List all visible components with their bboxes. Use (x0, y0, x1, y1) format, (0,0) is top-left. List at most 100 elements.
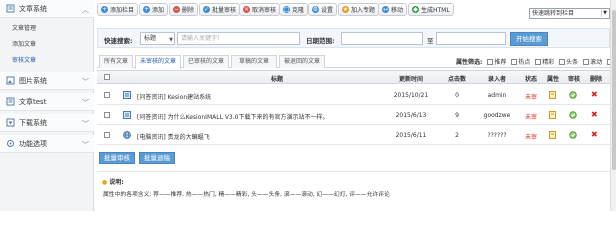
sidebar-section-options[interactable]: 功能选项 ﹀ (0, 135, 94, 153)
scrollbar[interactable] (610, 0, 616, 211)
sidebar: 文章系统 ︿ 文章管理 添加文章 审核文章 图片系统 ﹀ 文章test ﹀ 下载… (0, 0, 94, 211)
status-badge: 未审 (524, 94, 537, 101)
tab-bar: 所有文章 未审核的文章 已审核的文章 草稿的文章 被退回的文章 属性筛选: 推荐… (97, 55, 616, 69)
date-start-input[interactable] (341, 32, 423, 45)
minus-icon: − (173, 6, 180, 13)
search-bar: 快速搜索: 标题 ▼ 请输入关键字! 日期范围: 至 开始搜索 (97, 28, 610, 48)
bulk-approve-button[interactable]: 批量审核 (99, 152, 135, 164)
tab-unreviewed[interactable]: 未审核的文章 (135, 55, 181, 69)
checkbox[interactable] (511, 59, 518, 65)
date-range-label: 日期范围: (306, 37, 335, 45)
article-title-link[interactable]: [电脑资讯] 贵龙的大蝙蝠飞 (137, 132, 210, 141)
row-checkbox[interactable] (104, 132, 110, 138)
globe-icon (123, 131, 131, 139)
scrollbar-thumb[interactable] (612, 10, 616, 170)
sidebar-section-label: 下载系统 (19, 118, 47, 127)
sidebar-item-review-article[interactable]: 审核文章 (0, 54, 94, 67)
note-title: ● 说明: (102, 179, 124, 186)
chevron-down-icon[interactable]: ﹀ (82, 98, 89, 108)
table-row[interactable]: [电脑资讯] 贵龙的大蝙蝠飞 2015/6/11 2 ?????? 未审 ✖ (97, 126, 610, 145)
review-icon[interactable] (569, 91, 577, 99)
move-icon: ↔ (382, 6, 389, 13)
edit-icon[interactable] (549, 91, 557, 99)
column-status: 状态 (524, 76, 537, 83)
review-icon[interactable] (569, 111, 577, 119)
note-text: 属性中的各项含义: 荐——推荐, 热——热门, 精——精彩, 头——头条, 滚—… (103, 192, 390, 198)
column-updated[interactable]: 更新时间 (391, 74, 431, 83)
search-button[interactable]: 开始搜索 (510, 32, 548, 46)
chevron-up-icon[interactable]: ︿ (82, 5, 89, 15)
status-badge: 未审 (524, 114, 537, 121)
chevron-down-icon[interactable]: ﹀ (82, 140, 89, 150)
document-icon (6, 4, 15, 13)
cancel-approve-button[interactable]: × 取消审核 (239, 3, 281, 16)
review-icon[interactable] (569, 131, 577, 139)
delete-icon[interactable]: ✖ (591, 110, 598, 119)
table-row[interactable]: [问答资讯] Kesion建站系统 2015/10/21 0 admin 未审 … (97, 86, 610, 105)
column-author[interactable]: 录入者 (482, 74, 512, 83)
sidebar-section-downloads[interactable]: 下载系统 ﹀ (0, 114, 94, 132)
tab-all-articles[interactable]: 所有文章 (99, 55, 133, 68)
batch-approve-button[interactable]: ✓ 批量审核 (199, 3, 241, 16)
select-all-checkbox[interactable] (104, 74, 110, 80)
plus-icon: + (101, 6, 108, 13)
generate-html-button[interactable]: ◆ 生成HTML (408, 3, 454, 16)
attr-hot-label: 热点 (518, 59, 531, 66)
sidebar-section-images[interactable]: 图片系统 ﹀ (0, 72, 94, 90)
click-count: 0 (455, 92, 459, 99)
table-row[interactable]: [问答资讯] 为什么KesionIMALL V3.0下载下来的有官方演示站不一样… (97, 106, 610, 125)
close-icon: × (243, 6, 250, 13)
chevron-down-icon: ▼ (169, 37, 173, 43)
move-button[interactable]: ↔ 移动 (378, 3, 408, 16)
add-to-topic-button[interactable]: ★ 加入专题 (338, 3, 380, 16)
jump-to-category-select[interactable]: 快速跳转到栏目 ▼ (529, 8, 610, 19)
checkbox[interactable] (583, 59, 590, 65)
checkbox[interactable] (559, 59, 566, 65)
chevron-down-icon[interactable]: ﹀ (82, 77, 89, 87)
checkbox[interactable] (535, 59, 542, 65)
settings-icon (6, 139, 15, 148)
keyword-input[interactable]: 请输入关键字! (177, 32, 300, 45)
document-icon (6, 97, 15, 106)
tab-reviewed[interactable]: 已审核的文章 (183, 55, 229, 68)
date-separator: 至 (427, 37, 434, 45)
add-button[interactable]: + 添加 (139, 3, 169, 16)
delete-icon[interactable]: ✖ (591, 90, 598, 99)
article-title-link[interactable]: [问答资讯] 为什么KesionIMALL V3.0下载下来的有官方演示站不一样… (137, 112, 328, 121)
article-title-link[interactable]: [问答资讯] Kesion建站系统 (137, 92, 211, 101)
click-count: 2 (455, 132, 459, 139)
delete-button[interactable]: − 删除 (169, 3, 199, 16)
main-panel: + 添加栏目 + 添加 − 删除 ✓ 批量审核 × 取消审核 □ 克隆 ⚙ 设置 ★ 加入专题 … (95, 0, 616, 211)
settings-button[interactable]: ⚙ 设置 (308, 3, 338, 16)
sidebar-section-article-test[interactable]: 文章test ﹀ (0, 93, 94, 111)
updated-time: 2015/6/13 (395, 112, 427, 119)
html-icon: ◆ (412, 6, 419, 13)
date-end-input[interactable] (436, 32, 506, 45)
sidebar-item-article-manage[interactable]: 文章管理 (0, 22, 94, 35)
row-checkbox[interactable] (104, 112, 110, 118)
column-clicks[interactable]: 点击数 (442, 74, 472, 83)
edit-icon[interactable] (549, 111, 557, 119)
attr-headline-label: 头条 (566, 59, 579, 66)
updated-time: 2015/10/21 (393, 92, 429, 99)
help-note: ● 说明: 属性中的各项含义: 荐——推荐, 热——热门, 精——精彩, 头——… (97, 171, 610, 209)
attr-recommend-label: 推荐 (494, 59, 507, 66)
checkbox[interactable] (487, 59, 494, 65)
add-category-button[interactable]: + 添加栏目 (97, 3, 139, 16)
edit-icon[interactable] (549, 131, 557, 139)
chevron-down-icon[interactable]: ﹀ (82, 119, 89, 129)
row-checkbox[interactable] (104, 92, 110, 98)
tab-drafts[interactable]: 草稿的文章 (231, 55, 277, 68)
clone-button[interactable]: □ 克隆 (279, 3, 309, 16)
column-title[interactable]: 标题 (247, 74, 307, 83)
document-icon (123, 111, 131, 119)
attr-wonderful-label: 精彩 (542, 59, 555, 66)
search-field-select[interactable]: 标题 ▼ (140, 32, 175, 45)
sidebar-section-articles[interactable]: 文章系统 ︿ (0, 0, 94, 18)
plus-icon: + (143, 6, 150, 13)
sidebar-item-add-article[interactable]: 添加文章 (0, 38, 94, 51)
delete-icon[interactable]: ✖ (591, 130, 598, 139)
tab-returned[interactable]: 被退回的文章 (279, 55, 325, 68)
bulk-reject-button[interactable]: 批量退稿 (139, 152, 175, 164)
search-label: 快速搜索: (104, 37, 133, 45)
